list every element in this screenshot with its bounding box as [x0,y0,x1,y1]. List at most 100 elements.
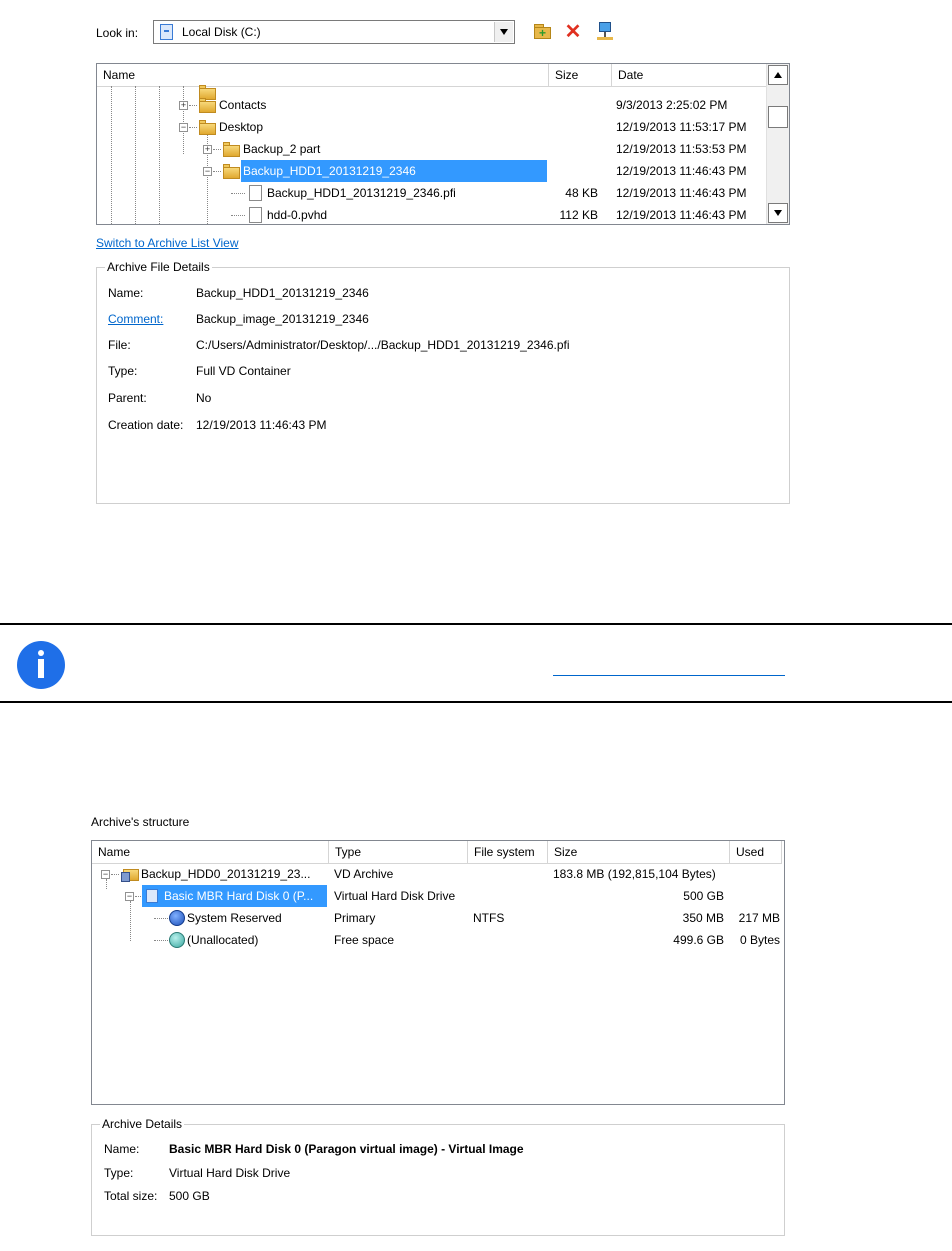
expand-icon[interactable]: + [179,101,188,110]
tree-item-name: System Reserved [187,911,282,925]
list-item[interactable]: + Contacts 9/3/2013 2:25:02 PM [97,94,767,116]
item-name: Backup_2 part [243,142,321,156]
item-name: hdd-0.pvhd [267,208,328,222]
new-folder-icon[interactable]: + [533,22,553,42]
item-date: 12/19/2013 11:53:17 PM [616,120,747,134]
tree-item-used [730,863,780,885]
tree-row-selected[interactable]: − Basic MBR Hard Disk 0 (P... Virtual Ha… [92,885,784,907]
folder-icon [223,164,240,179]
type-label: Type: [108,364,138,378]
archive-icon [121,866,139,882]
list-item[interactable]: − Desktop 12/19/2013 11:53:17 PM [97,116,767,138]
item-name: Backup_HDD1_20131219_2346.pfi [267,186,456,200]
banner-top-rule [0,623,952,625]
hard-disk-icon [146,889,158,903]
tree-item-size: 499.6 GB [673,933,724,947]
column-header-type[interactable]: Type [329,841,468,863]
file-icon [249,207,262,223]
banner-link[interactable] [553,655,785,676]
structure-header: Name Type File system Size Used [92,841,782,864]
item-date: 12/19/2013 11:46:43 PM [616,164,747,178]
tree-item-used: 217 MB [738,911,780,925]
name-label: Name: [108,286,144,300]
item-date: 9/3/2013 2:25:02 PM [616,98,728,112]
tree-item-type: Free space [334,933,395,947]
comment-link[interactable]: Comment: [108,312,163,326]
item-date: 12/19/2013 11:53:53 PM [616,142,747,156]
archive-file-details-group: Archive File Details [96,260,790,504]
type-value: Full VD Container [196,364,291,378]
list-item[interactable]: hdd-0.pvhd 112 KB 12/19/2013 11:46:43 PM [97,204,767,224]
parent-value: No [196,391,212,405]
item-date: 12/19/2013 11:46:43 PM [616,208,747,222]
unallocated-icon [169,932,185,948]
tree-item-name: (Unallocated) [187,933,259,947]
details-type-label: Type: [104,1166,134,1180]
look-in-dropdown[interactable]: Local Disk (C:) [153,20,515,44]
file-browser-list[interactable]: Name Size Date + Contacts 9/3/2013 2:25:… [96,63,790,225]
tree-item-size: 350 MB [682,911,724,925]
tree-item-type: Primary [334,911,376,925]
item-size [488,94,598,116]
expand-icon[interactable]: + [203,145,212,154]
column-header-used[interactable]: Used [730,841,782,863]
details-name-label: Name: [104,1142,140,1156]
tree-item-fs: NTFS [473,911,505,925]
archive-structure-title: Archive's structure [91,815,190,829]
scroll-down-icon[interactable] [768,203,788,223]
item-name: Contacts [219,98,267,112]
column-header-size[interactable]: Size [548,841,730,863]
dropdown-arrow-icon[interactable] [494,22,513,42]
item-name: Desktop [219,120,264,134]
archive-structure-tree[interactable]: Name Type File system Size Used − Backup… [91,840,785,1105]
file-label: File: [108,338,131,352]
look-in-label: Look in: [96,26,139,40]
tree-item-name: Backup_HDD0_20131219_23... [141,867,311,881]
list-item-selected[interactable]: − Backup_HDD1_20131219_2346 12/19/2013 1… [97,160,767,182]
list-item[interactable]: + Backup_2 part 12/19/2013 11:53:53 PM [97,138,767,160]
tree-item-used [730,885,780,907]
tree-row[interactable]: − Backup_HDD0_20131219_23... VD Archive … [92,863,784,885]
delete-icon[interactable]: ✕ [563,22,583,42]
tree-row[interactable]: System Reserved Primary NTFS 350 MB 217 … [92,907,784,929]
look-in-value: Local Disk (C:) [182,25,261,39]
item-size: 48 KB [565,186,598,200]
details-type-value: Virtual Hard Disk Drive [169,1166,291,1180]
details-name-value: Basic MBR Hard Disk 0 (Paragon virtual i… [169,1142,524,1156]
tree-item-name: Basic MBR Hard Disk 0 (P... [142,885,327,907]
item-size [488,116,598,138]
folder-icon [199,98,216,113]
folder-icon [223,142,240,157]
file-icon [249,185,262,201]
local-disk-icon [160,24,173,40]
switch-view-link[interactable]: Switch to Archive List View [96,236,239,250]
file-value: C:/Users/Administrator/Desktop/.../Backu… [196,338,570,352]
folder-icon [199,120,216,135]
scroll-up-icon[interactable] [768,65,788,85]
creation-date-value: 12/19/2013 11:46:43 PM [196,418,327,432]
item-date: 12/19/2013 11:46:43 PM [616,186,747,200]
archive-details-group: Archive Details [91,1117,785,1236]
tree-item-type: VD Archive [334,867,394,881]
collapse-icon[interactable]: − [125,892,134,901]
tree-row[interactable]: (Unallocated) Free space 499.6 GB 0 Byte… [92,929,784,951]
group-title: Archive File Details [105,260,212,274]
list-item[interactable]: Backup_HDD1_20131219_2346.pfi 48 KB 12/1… [97,182,767,204]
item-size [488,160,598,182]
collapse-icon[interactable]: − [179,123,188,132]
info-icon [17,641,65,689]
details-total-size-label: Total size: [104,1189,158,1203]
collapse-icon[interactable]: − [101,870,110,879]
banner-bottom-rule [0,701,952,703]
scroll-thumb[interactable] [768,106,788,128]
vertical-scrollbar[interactable] [766,64,789,224]
network-icon[interactable] [595,22,615,42]
column-header-file-system[interactable]: File system [468,841,548,863]
collapse-icon[interactable]: − [203,167,212,176]
details-total-size-value: 500 GB [169,1189,210,1203]
tree-item-type: Virtual Hard Disk Drive [334,889,456,903]
column-header-name[interactable]: Name [92,841,329,863]
item-size [488,138,598,160]
tree-item-used: 0 Bytes [739,933,780,947]
volume-icon [169,910,185,926]
